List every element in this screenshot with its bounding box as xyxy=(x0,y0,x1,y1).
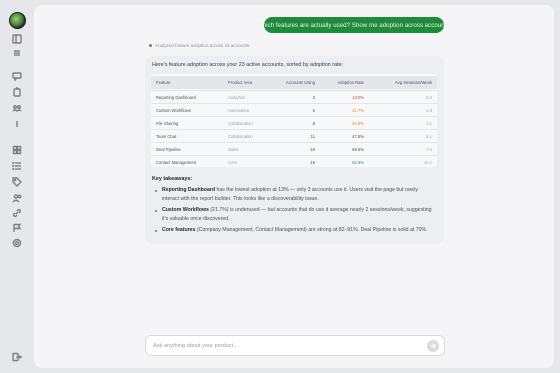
link-icon[interactable] xyxy=(11,207,23,219)
info-icon[interactable] xyxy=(11,118,23,130)
cell-accounts-using: 5 xyxy=(312,108,315,113)
header-avg-sessions[interactable]: Avg Sessions/Week xyxy=(395,80,432,85)
grid-icon[interactable] xyxy=(11,47,23,59)
adoption-table: Feature Product Area Accounts Using Adop… xyxy=(151,74,437,167)
cell-accounts-using: 11 xyxy=(310,134,315,139)
cell-feature: Contact Management xyxy=(156,160,197,165)
takeaway-text: (Company Management, Contact Management)… xyxy=(195,227,428,233)
cell-avg-sessions: 10.1 xyxy=(423,160,432,165)
table-row: Custom Workflows Automation 5 21.7% 1.9 xyxy=(151,103,437,116)
bullet xyxy=(155,189,157,192)
logout-icon[interactable] xyxy=(11,351,23,363)
settings-icon[interactable] xyxy=(11,237,23,249)
cell-adoption-rate: 13.0% xyxy=(352,95,364,100)
cell-feature: Team Chat xyxy=(156,134,177,139)
bullet xyxy=(155,229,157,232)
chat-panel: Which features are actually used? Show m… xyxy=(34,5,554,368)
send-icon xyxy=(431,343,436,349)
cell-feature: Deal Pipeline xyxy=(156,147,181,152)
takeaway-item: Reporting Dashboard has the lowest adopt… xyxy=(155,186,436,203)
table-header: Feature Product Area Accounts Using Adop… xyxy=(151,76,437,89)
cell-product-area: Collaboration xyxy=(228,121,253,126)
table-row: Deal Pipeline Sales 16 69.6% 7.2 xyxy=(151,142,437,155)
left-rail xyxy=(0,0,34,373)
takeaway-subject: Reporting Dashboard xyxy=(162,187,216,193)
takeaway-item: Core features (Company Management, Conta… xyxy=(155,226,436,235)
analysis-status: Analyzed feature adoption across 23 acco… xyxy=(149,43,249,48)
header-feature[interactable]: Feature xyxy=(156,80,170,85)
table-row: Contact Management Core 19 82.6% 10.1 xyxy=(151,155,437,168)
cell-feature: File Sharing xyxy=(156,121,179,126)
cell-adoption-rate: 34.8% xyxy=(352,121,364,126)
header-accounts-using[interactable]: Accounts Using xyxy=(286,80,315,85)
bullet xyxy=(155,209,157,212)
takeaway-subject: Core features xyxy=(162,227,196,233)
cell-product-area: Sales xyxy=(228,147,239,152)
tag-icon[interactable] xyxy=(11,176,23,188)
cell-avg-sessions: 3.1 xyxy=(426,121,432,126)
team-icon[interactable] xyxy=(11,102,23,114)
chat-icon[interactable] xyxy=(11,70,23,82)
cell-avg-sessions: 1.9 xyxy=(426,108,432,113)
takeaway-item: Custom Workflows (21.7%) is underused — … xyxy=(155,206,436,223)
cell-adoption-rate: 82.6% xyxy=(352,160,364,165)
chat-input[interactable] xyxy=(153,340,413,352)
analysis-status-text: Analyzed feature adoption across 23 acco… xyxy=(155,43,250,48)
people-icon[interactable] xyxy=(11,192,23,204)
status-dot xyxy=(149,44,152,47)
table-row: Reporting Dashboard Analytics 3 13.0% 0.… xyxy=(151,90,437,103)
cell-accounts-using: 3 xyxy=(312,95,315,100)
chat-composer xyxy=(145,335,445,356)
flag-icon[interactable] xyxy=(11,222,23,234)
clipboard-icon[interactable] xyxy=(11,86,23,98)
avatar[interactable] xyxy=(9,12,26,29)
list-icon[interactable] xyxy=(11,160,23,172)
cell-adoption-rate: 69.6% xyxy=(352,147,364,152)
header-product-area[interactable]: Product Area xyxy=(228,80,252,85)
cell-feature: Custom Workflows xyxy=(156,108,191,113)
cell-adoption-rate: 21.7% xyxy=(352,108,364,113)
answer-intro: Here's feature adoption across your 23 a… xyxy=(152,62,344,68)
takeaways-heading: Key takeaways: xyxy=(152,176,193,182)
cell-feature: Reporting Dashboard xyxy=(156,95,196,100)
cell-accounts-using: 19 xyxy=(310,160,315,165)
dashboard-icon[interactable] xyxy=(11,144,23,156)
cell-avg-sessions: 7.2 xyxy=(426,147,432,152)
cell-avg-sessions: 5.1 xyxy=(426,134,432,139)
cell-product-area: Automation xyxy=(228,108,250,113)
assistant-answer: Here's feature adoption across your 23 a… xyxy=(145,56,444,244)
table-row: File Sharing Collaboration 8 34.8% 3.1 xyxy=(151,116,437,129)
takeaway-subject: Custom Workflows xyxy=(162,207,209,213)
panel-icon[interactable] xyxy=(11,33,23,45)
cell-product-area: Collaboration xyxy=(228,134,253,139)
table-row: Team Chat Collaboration 11 47.8% 5.1 xyxy=(151,129,437,142)
header-adoption-rate[interactable]: Adoption Rate xyxy=(337,80,364,85)
cell-accounts-using: 16 xyxy=(310,147,315,152)
cell-accounts-using: 8 xyxy=(312,121,315,126)
cell-product-area: Analytics xyxy=(228,95,245,100)
user-message: Which features are actually used? Show m… xyxy=(257,17,451,33)
cell-adoption-rate: 47.8% xyxy=(352,134,364,139)
cell-avg-sessions: 0.4 xyxy=(426,95,432,100)
cell-product-area: Core xyxy=(228,160,238,165)
send-button[interactable] xyxy=(427,340,439,352)
